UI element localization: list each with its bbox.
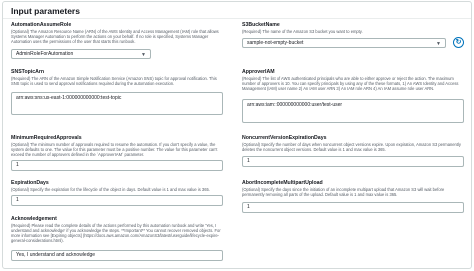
field-label: ExpirationDays (11, 180, 49, 186)
field-description: (Required) Please read the complete deta… (11, 222, 221, 243)
automation-role-field: AutomationAssumeRole (Optional) The Amaz… (11, 22, 226, 44)
field-label: MinimumRequiredApprovals (11, 135, 82, 141)
abort-multipart-field: AbortIncompleteMultipartUpload (Optional… (242, 180, 467, 197)
field-description: (Optional) Specify the expiration for th… (11, 186, 210, 192)
automation-role-select[interactable]: AdminRoleForAutomation ▼ (11, 49, 151, 59)
divider (3, 18, 471, 19)
field-description: (Optional) The minimum number of approva… (11, 141, 218, 157)
sns-topic-input[interactable]: arn:aws:sns:us-east-1:000000000000:test-… (11, 92, 223, 115)
field-description: (Required) The list of AWS authenticated… (242, 75, 459, 91)
field-label: AbortIncompleteMultipartUpload (242, 180, 323, 186)
approver-iam-input[interactable]: arn:aws:iam::000000000000:user/test-user (242, 99, 464, 123)
field-description: (Required) The name of the Amazon S3 buc… (242, 28, 363, 34)
field-label: AutomationAssumeRole (11, 22, 72, 28)
chevron-down-icon: ▼ (141, 52, 146, 58)
min-approvals-field: MinimumRequiredApprovals (Optional) The … (11, 135, 226, 157)
s3-bucket-select[interactable]: sample-not-empty-bucket ▼ (242, 38, 446, 48)
expiration-days-input[interactable]: 1 (11, 195, 223, 206)
select-value: AdminRoleForAutomation (16, 51, 74, 57)
approver-iam-field: ApproverIAM (Required) The list of AWS a… (242, 69, 467, 91)
field-label: S3BucketName (242, 22, 280, 28)
field-description: (Optional) Specify the days since the in… (242, 186, 445, 197)
select-value: sample-not-empty-bucket (247, 40, 304, 46)
input-parameters-panel: Input parameters AutomationAssumeRole (O… (2, 1, 472, 269)
field-description: (Optional) The Amazon Resource Name (ARN… (11, 28, 219, 44)
field-label: NoncurrentVersionExpirationDays (242, 135, 327, 141)
field-label: SNSTopicArn (11, 69, 45, 75)
field-description: (Optional) Specify the number of days wh… (242, 141, 461, 152)
chevron-down-icon: ▼ (436, 41, 441, 47)
s3-bucket-field: S3BucketName (Required) The name of the … (242, 22, 467, 34)
field-label: ApproverIAM (242, 69, 275, 75)
acknowledgement-field: Acknowledgement (Required) Please read t… (11, 216, 226, 243)
sns-topic-field: SNSTopicArn (Required) The ARN of the Am… (11, 69, 226, 86)
section-title: Input parameters (11, 6, 80, 16)
noncurrent-expiration-field: NoncurrentVersionExpirationDays (Optiona… (242, 135, 467, 152)
min-approvals-input[interactable]: 1 (11, 160, 223, 171)
refresh-icon[interactable]: ↻ (453, 37, 464, 48)
abort-multipart-input[interactable]: 1 (242, 202, 464, 213)
acknowledgement-input[interactable]: Yes, I understand and acknowledge (11, 250, 223, 261)
expiration-days-field: ExpirationDays (Optional) Specify the ex… (11, 180, 226, 192)
noncurrent-expiration-input[interactable]: 1 (242, 156, 464, 167)
field-description: (Required) The ARN of the Amazon Simple … (11, 75, 217, 86)
field-label: Acknowledgement (11, 216, 57, 222)
